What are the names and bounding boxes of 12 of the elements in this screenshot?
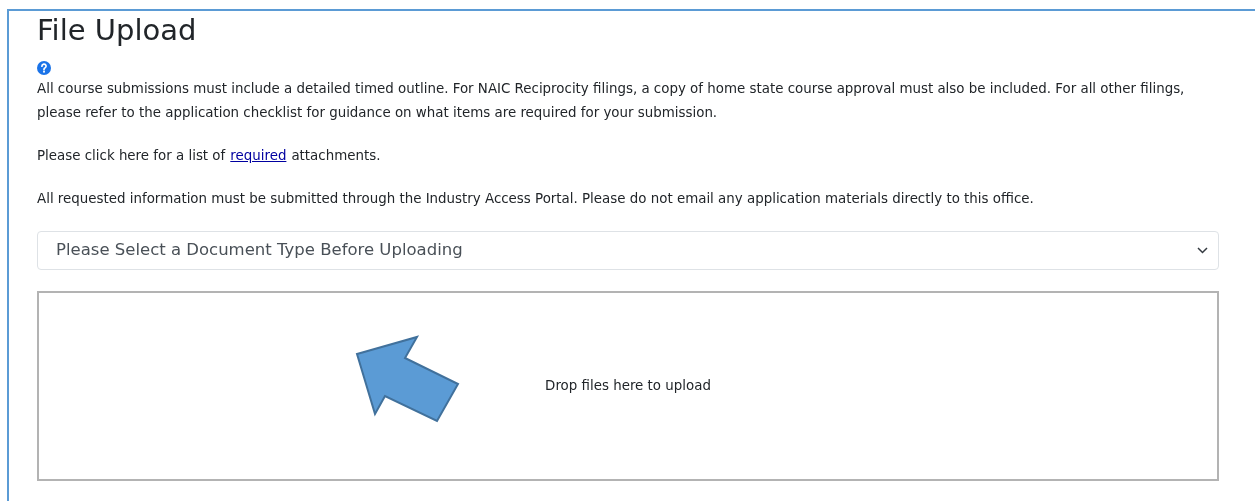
instruction-text: attachments. [291, 147, 381, 165]
document-type-select[interactable]: Please Select a Document Type Before Uploading [37, 231, 1219, 270]
chevron-down-icon [1197, 247, 1208, 254]
drop-zone-message: Drop files here to upload [545, 376, 711, 395]
arrow-icon [355, 335, 461, 425]
help-icon[interactable] [37, 61, 51, 75]
page-title: File Upload [37, 12, 197, 49]
required-link[interactable]: required [230, 144, 287, 168]
intro-paragraph: All course submissions must include a detailed timed outline. For NAIC Reciprocity filings, a copy of home state course approval must also be included. For all other filings, please refer to the application checklist for guidance on what items are required for your submission. [37, 80, 1186, 122]
instruction-text: Please click here for a list of [37, 147, 226, 165]
notice-text: All requested information must be submitted through the Industry Access Portal. Please do not email any application materials directly to this office. [37, 190, 1035, 208]
drop-zone[interactable]: Drop files here to upload [37, 291, 1219, 481]
